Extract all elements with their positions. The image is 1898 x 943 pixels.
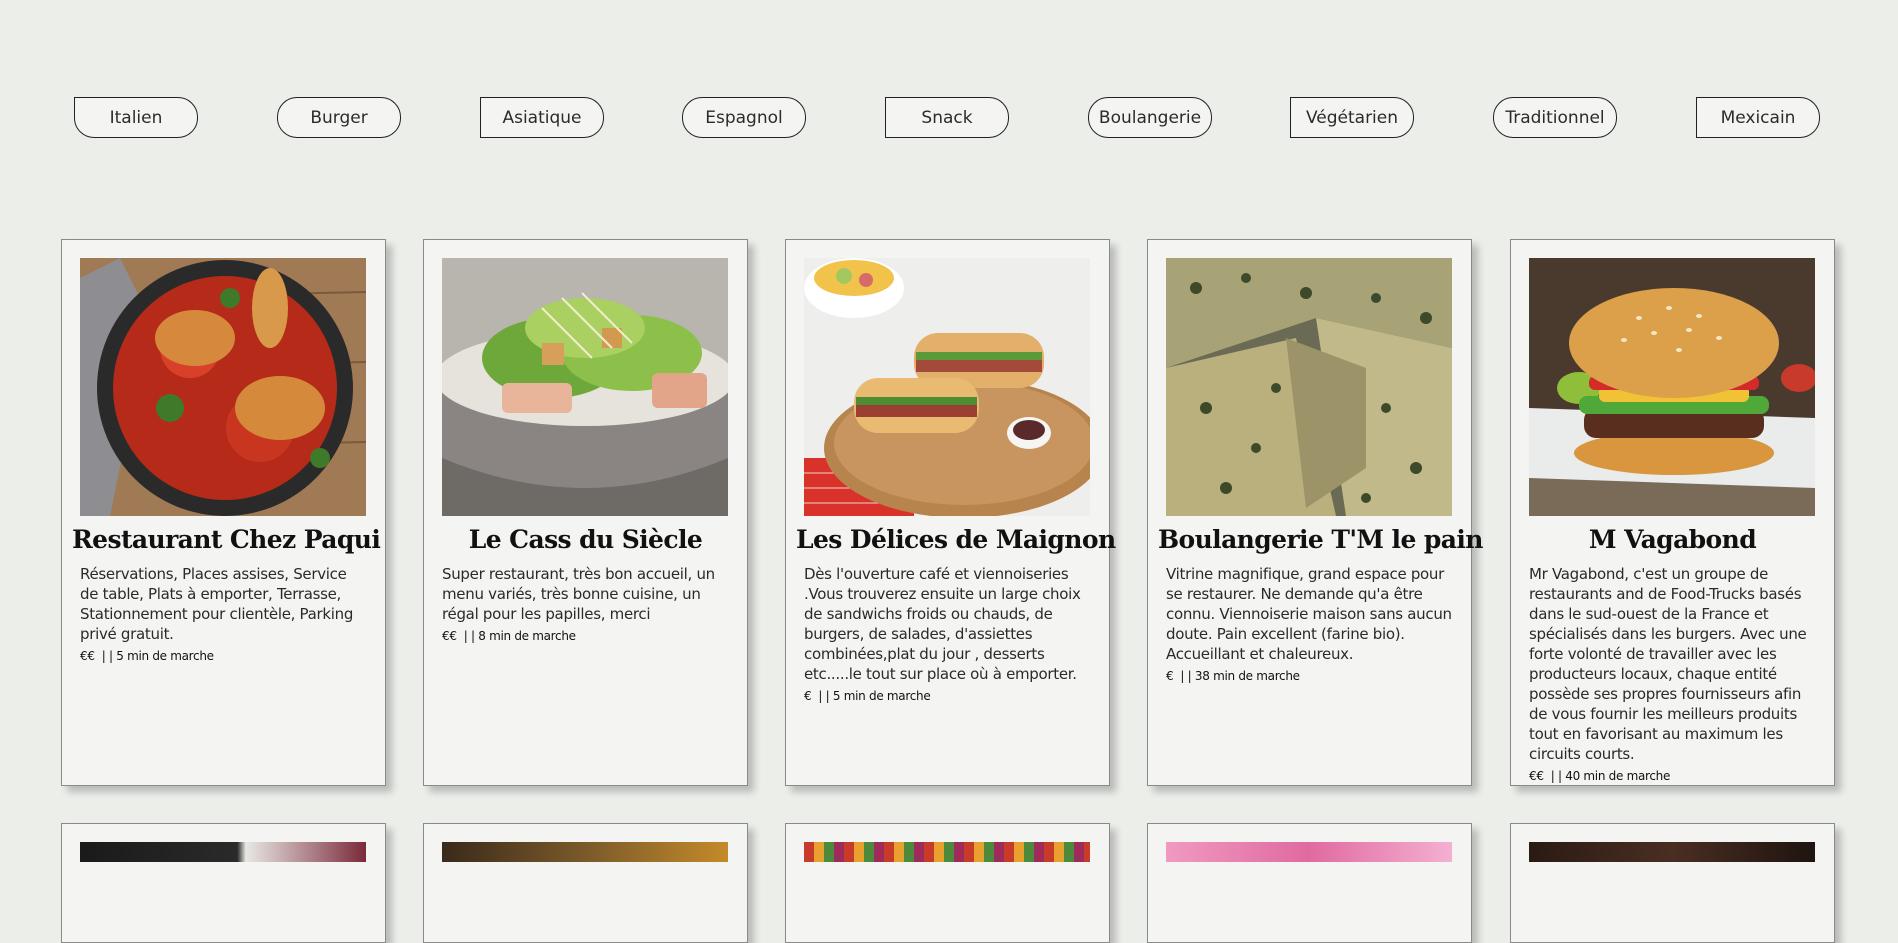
restaurant-card[interactable] <box>1510 823 1835 943</box>
restaurant-meta: €€ | | 40 min de marche <box>1529 768 1816 784</box>
restaurant-card[interactable]: Les Délices de Maignon Dès l'ouverture c… <box>785 239 1116 786</box>
restaurant-name[interactable]: Restaurant Chez Paqui <box>72 525 381 554</box>
restaurant-card[interactable]: M Vagabond Mr Vagabond, c'est un groupe … <box>1510 239 1835 786</box>
filter-traditionnel[interactable]: Traditionnel <box>1493 97 1617 138</box>
walking-distance: 8 min de marche <box>478 629 576 643</box>
restaurant-meta: €€ | | 5 min de marche <box>80 648 367 664</box>
walking-distance: 40 min de marche <box>1565 769 1671 783</box>
restaurant-name[interactable]: M Vagabond <box>1521 525 1824 554</box>
sandwich-photo <box>804 258 1090 516</box>
restaurant-card[interactable]: Boulangerie T'M le pain Vitrine magnifiq… <box>1147 239 1483 786</box>
description-text: Dès l'ouverture café et viennoiseries .V… <box>804 565 1081 683</box>
filter-italien[interactable]: Italien <box>74 97 198 138</box>
restaurant-photo <box>80 842 366 862</box>
description-text: Vitrine magnifique, grand espace pour se… <box>1166 565 1452 663</box>
meta-separator: | | <box>101 649 113 663</box>
restaurant-description: Réservations, Places assises, Service de… <box>80 564 367 664</box>
meta-separator: | | <box>1550 769 1562 783</box>
quiche-photo <box>1166 258 1452 516</box>
restaurant-card[interactable] <box>785 823 1110 943</box>
description-text: Super restaurant, très bon accueil, un m… <box>442 565 715 623</box>
filter-burger[interactable]: Burger <box>277 97 401 138</box>
filter-espagnol[interactable]: Espagnol <box>682 97 806 138</box>
filter-snack[interactable]: Snack <box>885 97 1009 138</box>
filter-boulangerie[interactable]: Boulangerie <box>1088 97 1212 138</box>
filter-mexicain[interactable]: Mexicain <box>1696 97 1820 138</box>
restaurant-card[interactable]: Le Cass du Siècle Super restaurant, très… <box>423 239 748 786</box>
restaurant-photo <box>1166 842 1452 862</box>
meta-separator: | | <box>818 689 830 703</box>
restaurant-name[interactable]: Boulangerie T'M le pain <box>1158 525 1483 554</box>
walking-distance: 5 min de marche <box>116 649 214 663</box>
restaurant-photo <box>442 842 728 862</box>
restaurant-card[interactable] <box>423 823 748 943</box>
restaurant-description: Super restaurant, très bon accueil, un m… <box>442 564 729 644</box>
restaurant-description: Mr Vagabond, c'est un groupe de restaura… <box>1529 564 1816 784</box>
description-text: Mr Vagabond, c'est un groupe de restaura… <box>1529 565 1807 763</box>
meta-separator: | | <box>463 629 475 643</box>
restaurant-description: Vitrine magnifique, grand espace pour se… <box>1166 564 1453 684</box>
price-level: € <box>804 689 812 703</box>
price-level: €€ <box>80 649 95 663</box>
description-text: Réservations, Places assises, Service de… <box>80 565 354 643</box>
restaurant-meta: €€ | | 8 min de marche <box>442 628 729 644</box>
price-level: €€ <box>1529 769 1544 783</box>
restaurant-meta: € | | 38 min de marche <box>1166 668 1453 684</box>
restaurant-photo <box>804 842 1090 862</box>
restaurant-description: Dès l'ouverture café et viennoiseries .V… <box>804 564 1091 704</box>
price-level: € <box>1166 669 1174 683</box>
restaurant-card[interactable] <box>1147 823 1472 943</box>
filter-asiatique[interactable]: Asiatique <box>480 97 604 138</box>
price-level: €€ <box>442 629 457 643</box>
walking-distance: 38 min de marche <box>1194 669 1300 683</box>
chicken-stew-photo <box>80 258 366 516</box>
restaurant-card[interactable] <box>61 823 386 943</box>
burger-photo <box>1529 258 1815 516</box>
restaurant-photo <box>1529 842 1815 862</box>
category-filter-bar: Italien Burger Asiatique Espagnol Snack … <box>0 97 1898 140</box>
caesar-salad-photo <box>442 258 728 516</box>
restaurant-meta: € | | 5 min de marche <box>804 688 1091 704</box>
restaurant-name[interactable]: Les Délices de Maignon <box>796 525 1116 554</box>
restaurant-name[interactable]: Le Cass du Siècle <box>434 525 737 554</box>
meta-separator: | | <box>1180 669 1192 683</box>
walking-distance: 5 min de marche <box>832 689 931 703</box>
restaurant-card[interactable]: Restaurant Chez Paqui Réservations, Plac… <box>61 239 386 786</box>
filter-vegetarien[interactable]: Végétarien <box>1290 97 1414 138</box>
